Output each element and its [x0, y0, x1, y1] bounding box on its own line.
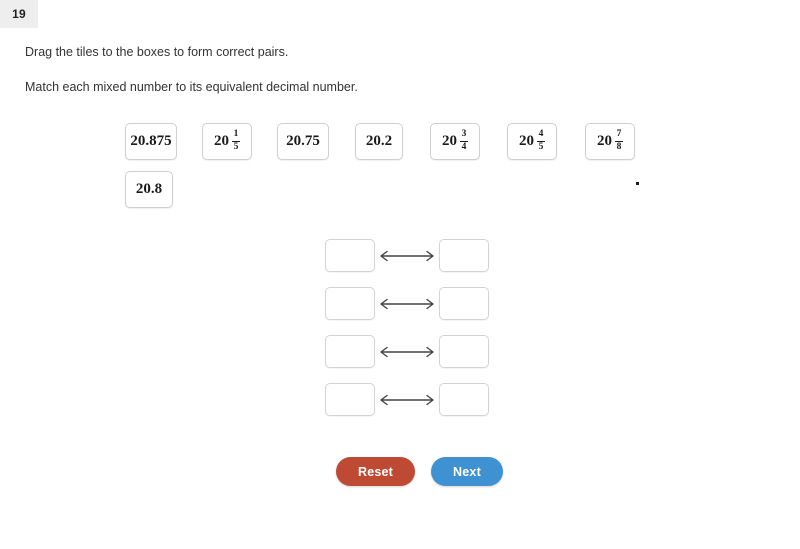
pair-row — [325, 335, 489, 368]
double-arrow-icon — [375, 239, 439, 272]
pair-row — [325, 383, 489, 416]
double-arrow-icon — [375, 335, 439, 368]
drop-box-right[interactable] — [439, 383, 489, 416]
drop-box-left[interactable] — [325, 287, 375, 320]
pair-row — [325, 287, 489, 320]
drop-box-left[interactable] — [325, 335, 375, 368]
drop-box-right[interactable] — [439, 287, 489, 320]
drop-box-left[interactable] — [325, 383, 375, 416]
next-button[interactable]: Next — [431, 457, 503, 486]
reset-button[interactable]: Reset — [336, 457, 416, 486]
pair-row — [325, 239, 489, 272]
drop-box-left[interactable] — [325, 239, 375, 272]
double-arrow-icon — [375, 383, 439, 416]
action-button-row: Reset Next — [336, 457, 503, 486]
drop-box-right[interactable] — [439, 239, 489, 272]
double-arrow-icon — [375, 287, 439, 320]
drop-box-right[interactable] — [439, 335, 489, 368]
